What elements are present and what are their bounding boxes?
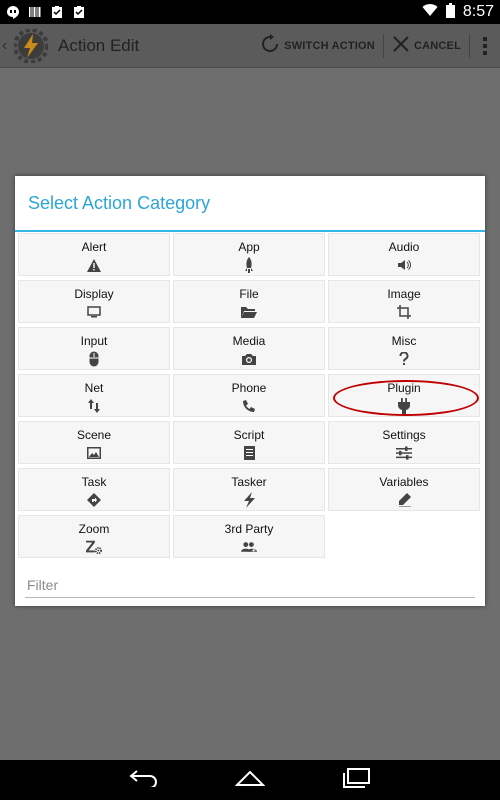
up-down-arrows-icon [86,398,102,414]
category-label: Misc [391,334,417,348]
category-net[interactable]: Net [18,374,170,417]
up-caret-icon[interactable]: ‹ [2,37,12,55]
speaker-icon [396,257,412,273]
category-app[interactable]: App [173,233,325,276]
wifi-icon [422,3,438,21]
notification-icons [6,5,86,19]
rocket-icon [241,257,257,273]
category-label: App [238,240,260,254]
diamond-arrow-icon [86,492,102,508]
category-image[interactable]: Image [328,280,480,323]
category-alert[interactable]: Alert [18,233,170,276]
category-phone[interactable]: Phone [173,374,325,417]
page-title: Action Edit [58,35,140,55]
category-label: File [239,287,259,301]
battery-icon [445,2,455,22]
close-icon [392,35,410,56]
category-audio[interactable]: Audio [328,233,480,276]
back-button[interactable] [128,768,160,792]
lightning-icon [241,492,257,508]
cancel-button[interactable]: CANCEL [384,24,469,68]
category-label: Scene [76,428,112,442]
barcode-icon [28,5,42,19]
home-icon [234,769,266,792]
category-label: Audio [388,240,420,254]
camera-icon [241,351,257,367]
folder-icon [241,304,257,320]
category-label: Media [232,334,266,348]
category-label: Zoom [78,522,110,536]
tasker-app-icon[interactable] [13,27,49,64]
category-settings[interactable]: Settings [328,421,480,464]
category-label: Image [387,287,421,301]
category-file[interactable]: File [173,280,325,323]
category-variables[interactable]: Variables [328,468,480,511]
category-label: Input [80,334,108,348]
category-label: Phone [231,381,267,395]
plug-icon [396,398,412,414]
picture-icon [86,445,102,461]
dialog-title: Select Action Category [28,192,211,213]
title-divider [15,230,485,232]
clock: 8:57 [462,3,494,20]
crop-icon [396,304,412,320]
sliders-icon [396,445,412,461]
refresh-icon [260,34,280,57]
filter-input[interactable] [25,574,475,596]
people-icon [241,539,257,555]
switch-action-button[interactable]: SWITCH ACTION [252,24,383,68]
status-bar: 8:57 [0,0,500,24]
action-bar: ‹ Action Edit SWITCH ACTION CANCEL [0,24,500,68]
cancel-label: CANCEL [413,39,461,52]
recent-apps-button[interactable] [340,767,372,793]
overflow-menu-icon[interactable] [470,24,500,68]
category-label: Plugin [387,381,421,395]
category-zoom[interactable]: Zoom [18,515,170,558]
category-misc[interactable]: Misc [328,327,480,370]
category-plugin[interactable]: Plugin [328,374,480,417]
monitor-icon [86,304,102,320]
category-label: Variables [379,475,429,489]
pencil-icon [396,492,412,508]
category-tasker[interactable]: Tasker [173,468,325,511]
question-icon [396,351,412,367]
category-label: Task [81,475,107,489]
warning-icon [86,257,102,273]
category-label: Settings [382,428,426,442]
category-label: 3rd Party [224,522,274,536]
category-script[interactable]: Script [173,421,325,464]
category-label: Net [84,381,104,395]
category-label: Tasker [231,475,267,489]
filter-field[interactable] [25,574,475,598]
select-action-category-dialog: Select Action Category Alert App Audio D… [15,176,485,606]
category-media[interactable]: Media [173,327,325,370]
zoom-gear-icon [86,539,102,555]
category-label: Display [74,287,114,301]
clipboard-check-icon [50,5,64,19]
category-display[interactable]: Display [18,280,170,323]
navigation-bar [0,760,500,800]
phone-icon [241,398,257,414]
mouse-icon [86,351,102,367]
switch-action-label: SWITCH ACTION [284,39,375,52]
category-label: Alert [81,240,107,254]
back-arrow-icon [129,769,159,792]
category-input[interactable]: Input [18,327,170,370]
document-icon [241,445,257,461]
category-label: Script [233,428,265,442]
recent-apps-icon [341,767,371,793]
category-scene[interactable]: Scene [18,421,170,464]
hangouts-icon [6,5,20,19]
home-button[interactable] [234,768,266,792]
clipboard-check-icon [72,5,86,19]
category-task[interactable]: Task [18,468,170,511]
category-3rd-party[interactable]: 3rd Party [173,515,325,558]
